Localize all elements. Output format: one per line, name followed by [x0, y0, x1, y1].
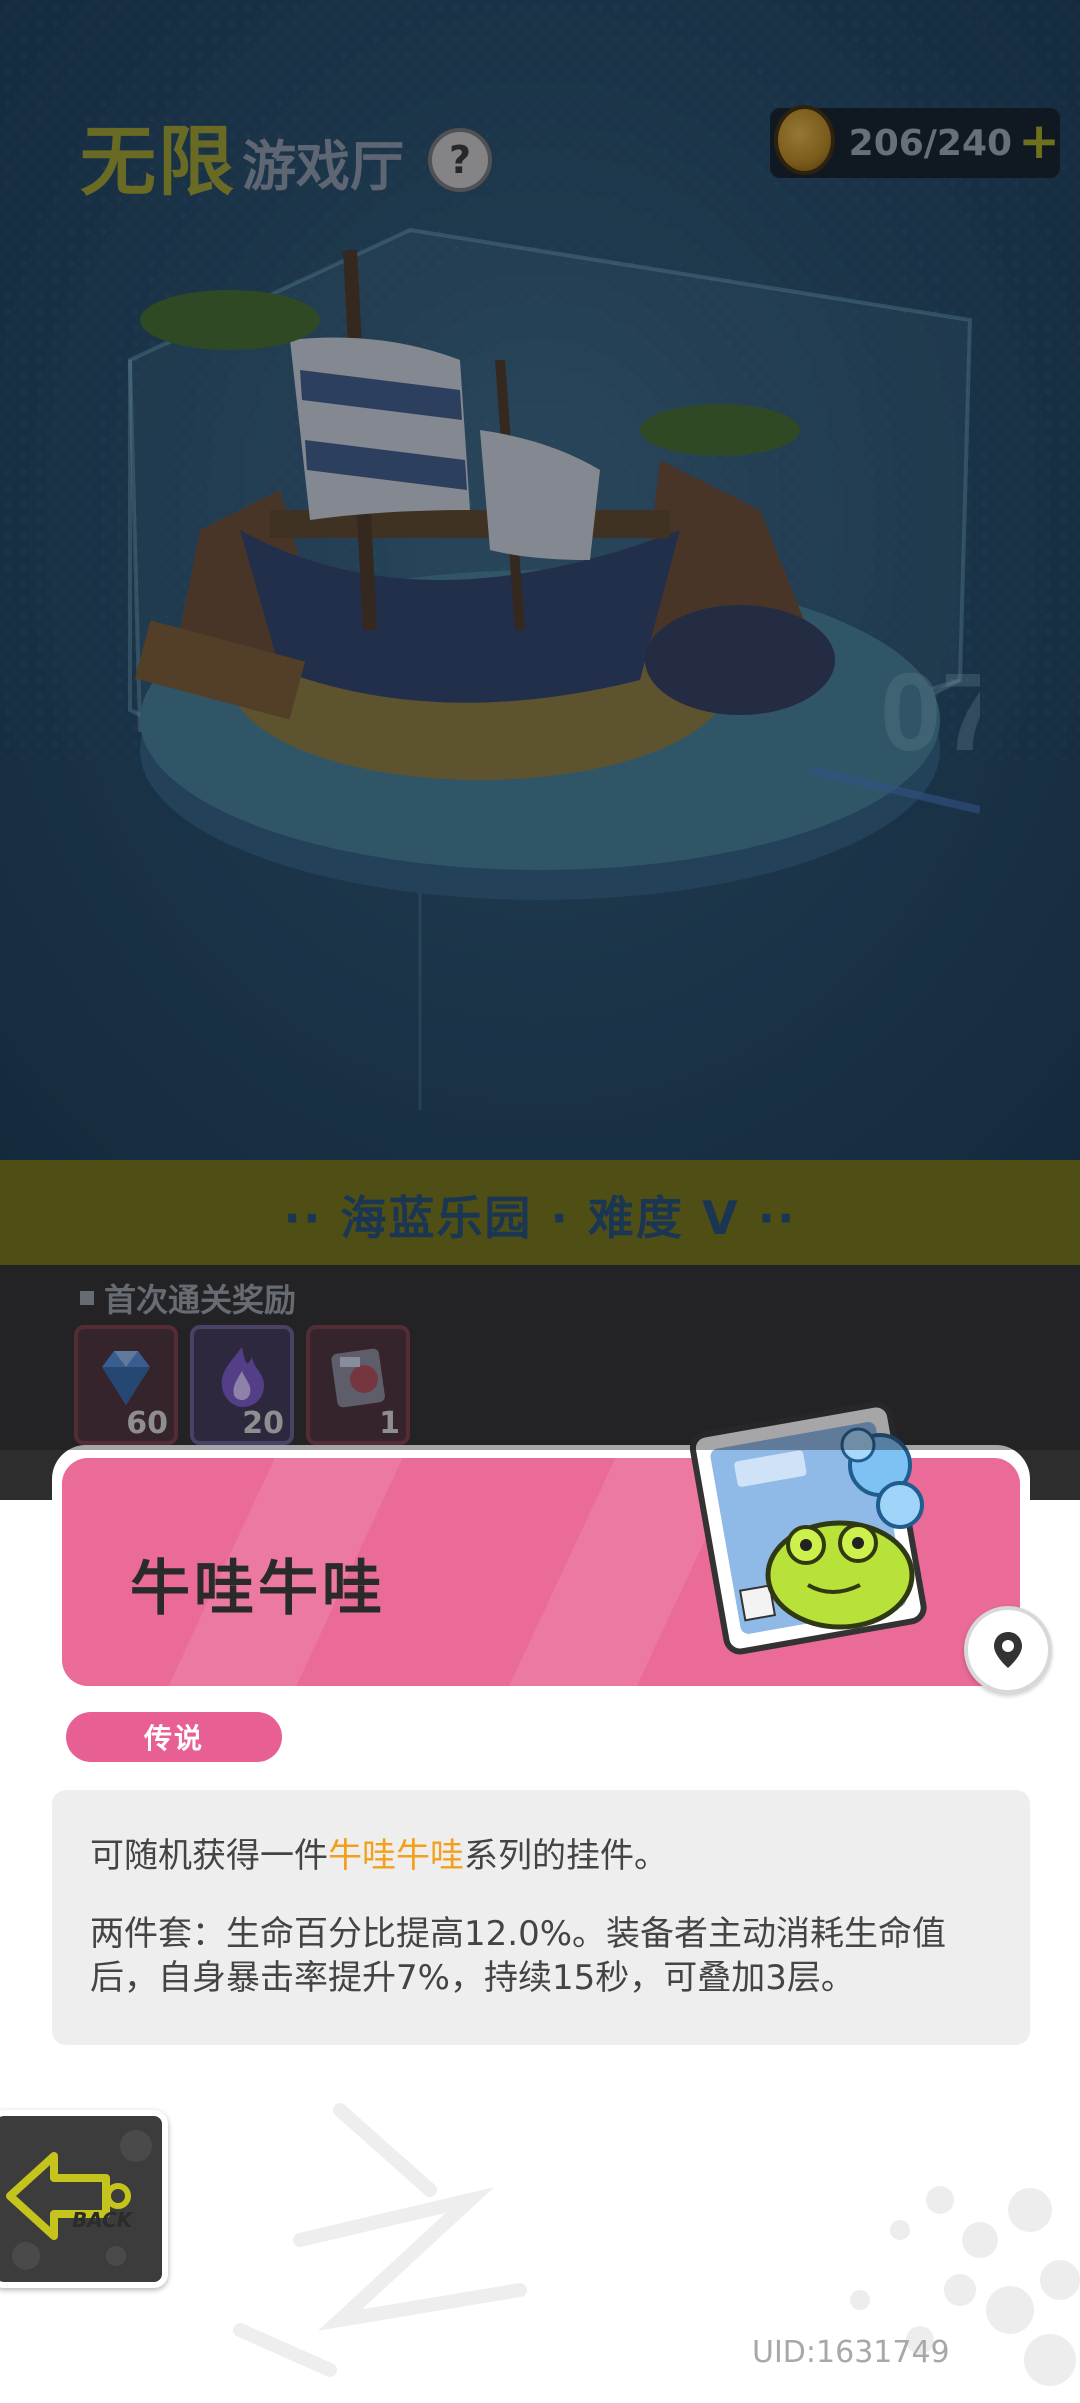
locate-button[interactable]	[964, 1606, 1052, 1694]
item-name: 牛哇牛哇	[130, 1554, 386, 1624]
description-highlight: 牛哇牛哇	[328, 1836, 464, 1876]
description-intro: 可随机获得一件牛哇牛哇系列的挂件。	[90, 1828, 668, 1877]
rarity-badge: 传说	[66, 1712, 282, 1762]
map-pin-icon	[994, 1632, 1022, 1668]
back-label: BACK	[72, 2208, 133, 2232]
user-id: UID:1631749	[752, 2335, 950, 2370]
description-post: 系列的挂件。	[464, 1836, 668, 1876]
back-arrow-icon	[6, 2130, 152, 2270]
modal-backdrop[interactable]	[0, 0, 1080, 1450]
description-pre: 可随机获得一件	[90, 1836, 328, 1876]
set-bonus-text: 两件套：生命百分比提高12.0%。装备者主动消耗生命值后，自身暴击率提升7%，持…	[90, 1914, 947, 1998]
back-button[interactable]	[0, 2110, 168, 2288]
